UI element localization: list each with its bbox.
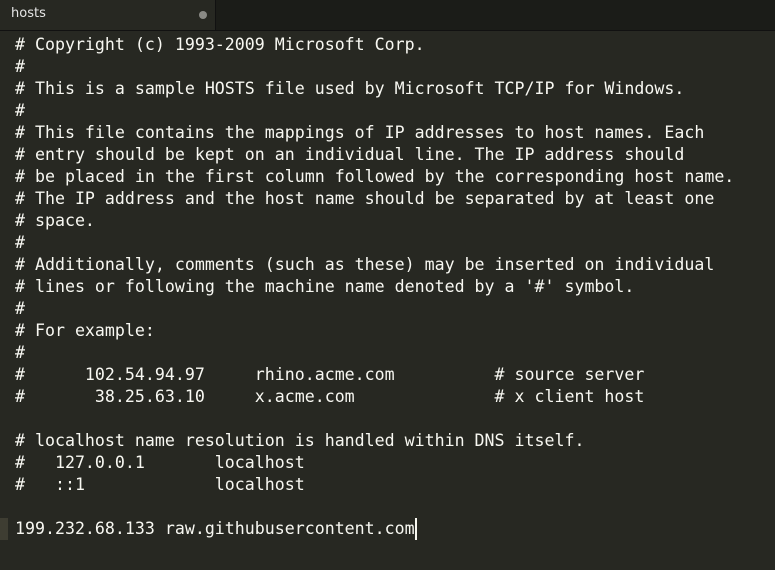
tab-bar: hosts (0, 0, 775, 31)
text-editor[interactable]: # Copyright (c) 1993-2009 Microsoft Corp… (0, 34, 775, 570)
editor-line[interactable]: # (15, 56, 25, 78)
editor-line[interactable]: # entry should be kept on an individual … (15, 144, 684, 166)
editor-line[interactable]: # lines or following the machine name de… (15, 276, 634, 298)
editor-line[interactable]: # 102.54.94.97 rhino.acme.com # source s… (15, 364, 644, 386)
editor-line[interactable]: # This is a sample HOSTS file used by Mi… (15, 78, 684, 100)
editor-line[interactable]: # This file contains the mappings of IP … (15, 122, 704, 144)
unsaved-dot-icon[interactable] (199, 11, 207, 19)
editor-line[interactable]: # (15, 232, 25, 254)
editor-line[interactable]: # 127.0.0.1 localhost (15, 452, 305, 474)
tab-hosts[interactable]: hosts (0, 0, 216, 30)
editor-line[interactable]: # ::1 localhost (15, 474, 305, 496)
editor-line[interactable]: # localhost name resolution is handled w… (15, 430, 584, 452)
editor-line[interactable]: # (15, 100, 25, 122)
editor-line[interactable]: # Copyright (c) 1993-2009 Microsoft Corp… (15, 34, 425, 56)
editor-line[interactable]: # For example: (15, 320, 155, 342)
editor-line[interactable]: # (15, 342, 25, 364)
current-line-marker (0, 518, 8, 540)
editor-line-current[interactable]: 199.232.68.133 raw.githubusercontent.com (15, 518, 415, 540)
text-cursor (414, 518, 417, 540)
editor-line[interactable]: # (15, 298, 25, 320)
tab-title: hosts (11, 6, 46, 21)
editor-line[interactable]: # Additionally, comments (such as these)… (15, 254, 714, 276)
editor-line[interactable]: # 38.25.63.10 x.acme.com # x client host (15, 386, 644, 408)
editor-line[interactable]: # The IP address and the host name shoul… (15, 188, 714, 210)
editor-window: hosts # Copyright (c) 1993-2009 Microsof… (0, 0, 775, 570)
editor-line[interactable]: # space. (15, 210, 95, 232)
editor-line[interactable]: # be placed in the first column followed… (15, 166, 734, 188)
